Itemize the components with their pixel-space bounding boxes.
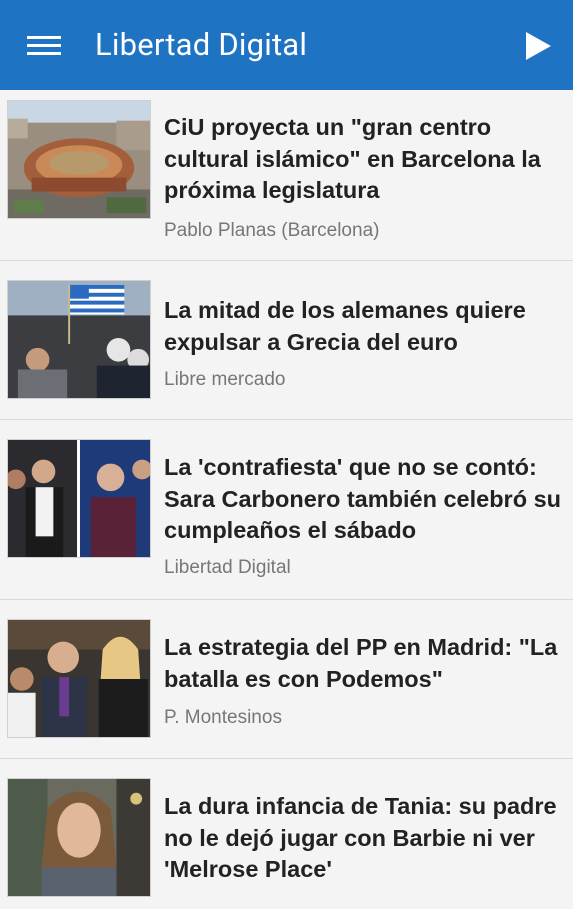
article-headline[interactable]: CiU proyecta un "gran centro cultural is…: [164, 112, 565, 207]
article-headline[interactable]: La estrategia del PP en Madrid: "La bata…: [164, 632, 565, 695]
play-icon[interactable]: [524, 31, 552, 61]
article-source: P. Montesinos: [164, 707, 282, 728]
article-source: Pablo Planas (Barcelona): [164, 220, 380, 241]
app-bar: Libertad Digital: [0, 0, 573, 90]
article-source: Libre mercado: [164, 369, 286, 390]
article-source: Libertad Digital: [164, 557, 291, 578]
article-headline[interactable]: La mitad de los alemanes quiere expulsar…: [164, 295, 565, 358]
news-item[interactable]: La estrategia del PP en Madrid: "La bata…: [0, 600, 573, 759]
article-thumbnail-greek-protest[interactable]: [7, 280, 151, 399]
article-thumbnail-bullring[interactable]: [7, 100, 151, 219]
news-item[interactable]: CiU proyecta un "gran centro cultural is…: [0, 90, 573, 261]
news-item[interactable]: La 'contrafiesta' que no se contó: Sara …: [0, 420, 573, 600]
article-thumbnail-tania[interactable]: [7, 778, 151, 897]
article-thumbnail-party[interactable]: [7, 439, 151, 558]
article-thumbnail-pp-madrid[interactable]: [7, 619, 151, 738]
news-item[interactable]: La dura infancia de Tania: su padre no l…: [0, 759, 573, 909]
menu-icon[interactable]: [27, 36, 61, 56]
app-title: Libertad Digital: [95, 26, 308, 63]
article-headline[interactable]: La 'contrafiesta' que no se contó: Sara …: [164, 452, 565, 547]
article-headline[interactable]: La dura infancia de Tania: su padre no l…: [164, 791, 565, 886]
news-list: CiU proyecta un "gran centro cultural is…: [0, 90, 573, 909]
news-item[interactable]: La mitad de los alemanes quiere expulsar…: [0, 261, 573, 420]
